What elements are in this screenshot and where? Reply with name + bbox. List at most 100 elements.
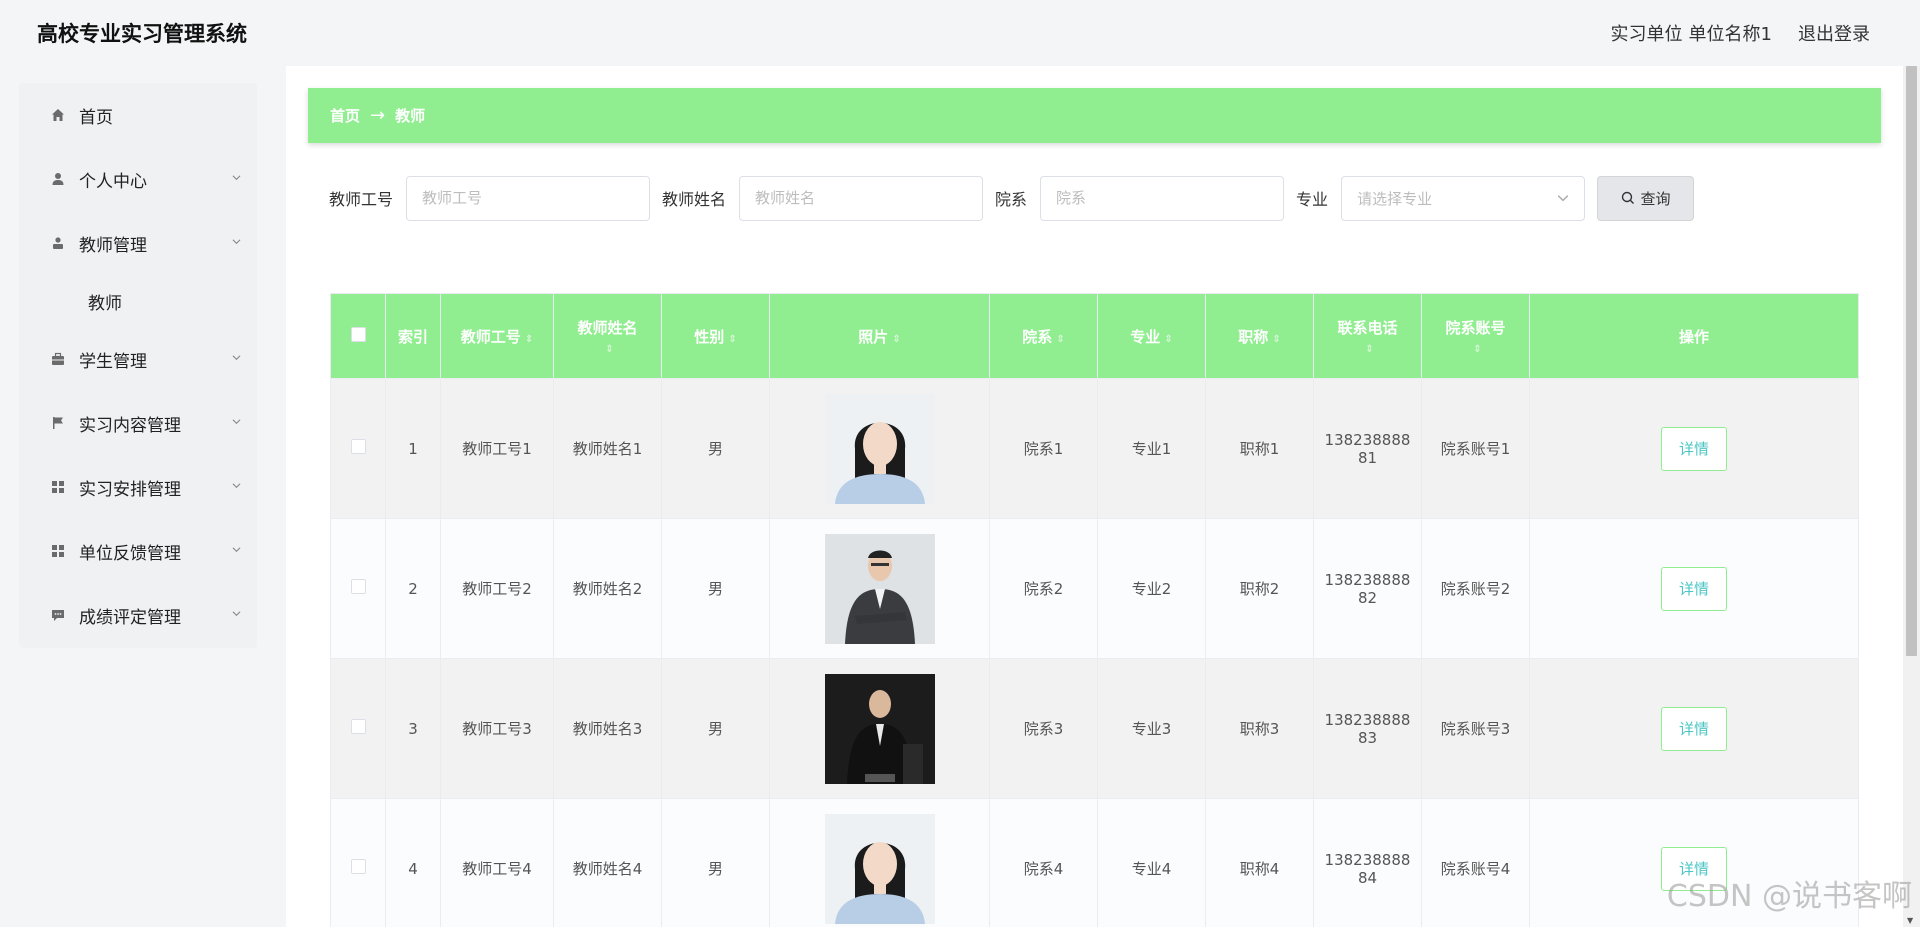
chevron-down-icon [232, 239, 241, 245]
header-teacher-name[interactable]: 教师姓名 ⇕ [553, 293, 662, 379]
chat-icon [50, 607, 66, 623]
detail-button[interactable]: 详情 [1661, 426, 1727, 471]
chevron-down-icon [232, 611, 241, 617]
cell-major: 专业1 [1097, 378, 1206, 519]
sort-icon[interactable]: ⇕ [1473, 344, 1481, 355]
cell-dept: 院系2 [989, 518, 1098, 659]
cell-photo [769, 378, 990, 519]
flag-icon [50, 415, 66, 431]
sidebar-subitem-teacher[interactable]: 教师 [19, 275, 257, 327]
cell-title: 职称1 [1205, 378, 1314, 519]
header-dept[interactable]: 院系 ⇕ [989, 293, 1098, 379]
header-actions: 操作 [1529, 293, 1859, 379]
cell-gender: 男 [661, 798, 770, 927]
table-row: 2 教师工号2 教师姓名2 男 院系2 专业2 职称2 138238888 82 … [330, 518, 1859, 659]
dept-input[interactable] [1040, 175, 1285, 221]
scroll-down-arrow-icon[interactable]: ▼ [1907, 916, 1913, 925]
chevron-down-icon [232, 419, 241, 425]
person-icon [50, 171, 66, 187]
row-checkbox[interactable] [350, 579, 366, 594]
cell-teacher-no: 教师工号4 [440, 798, 554, 927]
sidebar-item-internship-content[interactable]: 实习内容管理 [19, 391, 257, 455]
cell-index: 4 [385, 798, 441, 927]
sidebar-item-internship-arrangement[interactable]: 实习安排管理 [19, 455, 257, 519]
row-checkbox[interactable] [350, 859, 366, 874]
breadcrumb-home[interactable]: 首页 [330, 105, 360, 126]
sort-icon[interactable]: ⇕ [728, 334, 736, 345]
detail-button[interactable]: 详情 [1661, 706, 1727, 751]
home-icon [50, 107, 66, 123]
sidebar-item-label: 学生管理 [79, 351, 147, 372]
sidebar-item-personal-center[interactable]: 个人中心 [19, 147, 257, 211]
major-label: 专业 [1296, 190, 1329, 209]
table-row: 4 教师工号4 教师姓名4 男 院系4 专业4 职称4 138238888 84 … [330, 798, 1859, 927]
row-checkbox[interactable] [350, 719, 366, 734]
page-scrollbar[interactable]: ▼ [1903, 66, 1920, 927]
header-gender[interactable]: 性别 ⇕ [661, 293, 770, 379]
sort-icon[interactable]: ⇕ [1164, 334, 1172, 345]
header-phone[interactable]: 联系电话 ⇕ [1313, 293, 1422, 379]
sidebar-item-grade-evaluation[interactable]: 成绩评定管理 [19, 583, 257, 647]
query-button[interactable]: 查询 [1597, 175, 1695, 221]
cell-phone: 138238888 83 [1313, 658, 1422, 799]
sort-icon[interactable]: ⇕ [605, 344, 613, 355]
cell-teacher-name: 教师姓名2 [553, 518, 662, 659]
sort-icon[interactable]: ⇕ [525, 334, 533, 345]
user-name: 单位名称1 [1688, 24, 1772, 45]
cell-actions: 详情 [1529, 658, 1859, 799]
detail-button[interactable]: 详情 [1661, 566, 1727, 611]
cell-actions: 详情 [1529, 378, 1859, 519]
sort-icon[interactable]: ⇕ [1272, 334, 1280, 345]
table-row: 3 教师工号3 教师姓名3 男 院系3 专业3 职称3 138238888 83 … [330, 658, 1859, 799]
row-checkbox[interactable] [350, 439, 366, 454]
top-right-area: 实习单位 单位名称1 退出登录 [1611, 20, 1870, 46]
cell-title: 职称2 [1205, 518, 1314, 659]
sort-icon[interactable]: ⇕ [1365, 344, 1373, 355]
sidebar-item-label: 成绩评定管理 [79, 607, 181, 628]
cell-dept: 院系3 [989, 658, 1098, 799]
cell-teacher-name: 教师姓名1 [553, 378, 662, 519]
sidebar-item-unit-feedback[interactable]: 单位反馈管理 [19, 519, 257, 583]
watermark: CSDN @说书客啊 [1666, 879, 1912, 914]
table-row: 1 教师工号1 教师姓名1 男 院系1 专业1 职称1 138238888 81 … [330, 378, 1859, 519]
cell-dept: 院系1 [989, 378, 1098, 519]
logout-link[interactable]: 退出登录 [1798, 20, 1870, 46]
cell-dept: 院系4 [989, 798, 1098, 927]
sidebar-item-label: 教师管理 [79, 235, 147, 256]
cell-teacher-name: 教师姓名3 [553, 658, 662, 799]
major-select[interactable]: 请选择专业 [1341, 175, 1586, 221]
cell-dept-account: 院系账号2 [1421, 518, 1530, 659]
sort-icon[interactable]: ⇕ [892, 334, 900, 345]
sidebar-item-teacher-management[interactable]: 教师管理 [19, 211, 257, 275]
app-title: 高校专业实习管理系统 [37, 22, 247, 46]
cell-gender: 男 [661, 518, 770, 659]
cell-photo [769, 518, 990, 659]
sidebar-item-home[interactable]: 首页 [19, 83, 257, 147]
cell-teacher-no: 教师工号3 [440, 658, 554, 799]
breadcrumb-current: 教师 [395, 107, 426, 125]
major-select-placeholder: 请选择专业 [1357, 189, 1433, 208]
search-bar: 教师工号 教师姓名 院系 专业 请选择专业 查询 [329, 175, 1695, 221]
teacher-name-input[interactable] [739, 175, 984, 221]
header-index: 索引 [385, 293, 441, 379]
sidebar-item-student-management[interactable]: 学生管理 [19, 327, 257, 391]
dept-label: 院系 [995, 190, 1028, 209]
cell-title: 职称3 [1205, 658, 1314, 799]
table-header-row: 索引 教师工号 ⇕ 教师姓名 ⇕ 性别 ⇕ 照片 ⇕ 院系 ⇕ 专业 ⇕ 职称 ⇕ 联系电话 ⇕… [330, 293, 1859, 379]
cell-actions: 详情 [1529, 518, 1859, 659]
sidebar-item-label: 实习安排管理 [79, 479, 181, 500]
header-photo[interactable]: 照片 ⇕ [769, 293, 990, 379]
sort-icon[interactable]: ⇕ [1056, 334, 1064, 345]
header-title[interactable]: 职称 ⇕ [1205, 293, 1314, 379]
header-major[interactable]: 专业 ⇕ [1097, 293, 1206, 379]
header-dept-account[interactable]: 院系账号 ⇕ [1421, 293, 1530, 379]
header-teacher-no[interactable]: 教师工号 ⇕ [440, 293, 554, 379]
teacher-name-label: 教师姓名 [662, 190, 727, 209]
teacher-table: 索引 教师工号 ⇕ 教师姓名 ⇕ 性别 ⇕ 照片 ⇕ 院系 ⇕ 专业 ⇕ 职称 ⇕ 联系电话 ⇕… [330, 293, 1859, 927]
cell-major: 专业4 [1097, 798, 1206, 927]
scrollbar-thumb[interactable] [1906, 66, 1917, 656]
cell-gender: 男 [661, 378, 770, 519]
header-select-all[interactable] [330, 293, 386, 379]
select-all-checkbox[interactable] [350, 326, 366, 342]
teacher-no-input[interactable] [406, 175, 651, 221]
